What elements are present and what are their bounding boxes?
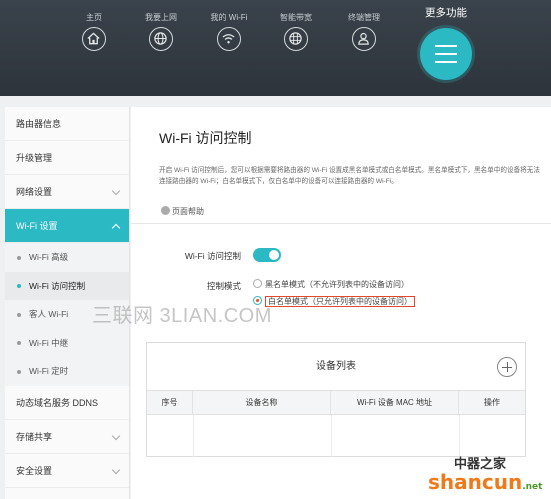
radio-blacklist[interactable] — [253, 279, 262, 288]
nav-internet-label: 我要上网 — [145, 13, 177, 22]
sidebar-subitem-wifi-advanced[interactable]: Wi-Fi 高级 — [5, 243, 129, 272]
add-device-button[interactable] — [497, 357, 517, 377]
logo-en-text: shancun.net — [428, 470, 542, 494]
sidebar-item-wifi-settings[interactable]: Wi-Fi 设置 — [5, 209, 129, 243]
nav-more-functions[interactable]: 更多功能 — [411, 6, 481, 80]
home-icon — [82, 27, 106, 51]
nav-smart-bandwidth-label: 智能带宽 — [280, 13, 312, 22]
nav-my-wifi[interactable]: 我的 Wi-Fi — [205, 12, 253, 51]
chevron-down-icon — [111, 431, 121, 440]
user-icon — [352, 27, 376, 51]
bullet-icon — [17, 341, 21, 345]
mode-blacklist-option[interactable]: 黑名单模式（不允许列表中的设备访问） — [253, 279, 409, 290]
sidebar-item-label: 动态域名服务 DDNS — [16, 397, 99, 408]
mode-whitelist-option[interactable]: 白名单模式（只允许列表中的设备访问） — [253, 296, 415, 307]
logo-en-word: shancun — [428, 470, 523, 494]
nav-terminal-management-label: 终端管理 — [348, 13, 380, 22]
device-list-panel: 设备列表 序号 设备名称 Wi-Fi 设备 MAC 地址 操作 — [146, 342, 526, 457]
sidebar-item-label: 升级管理 — [16, 153, 53, 163]
mode-whitelist-label: 白名单模式（只允许列表中的设备访问） — [265, 296, 415, 307]
bandwidth-globe-icon — [284, 27, 308, 51]
menu-icon — [420, 28, 472, 80]
toggle-knob — [269, 250, 279, 260]
column-divider — [331, 415, 332, 457]
chevron-down-icon — [111, 186, 121, 196]
column-header-index: 序号 — [147, 391, 193, 415]
sidebar-item-upgrade[interactable]: 升级管理 — [5, 141, 129, 175]
sidebar-subitem-label: Wi-Fi 访问控制 — [29, 280, 86, 291]
watermark: 三联网 3LIAN.COM — [92, 305, 272, 327]
page-help-label: 页面帮助 — [172, 207, 204, 216]
sidebar-item-router-info[interactable]: 路由器信息 — [5, 107, 129, 141]
help-icon — [161, 206, 170, 215]
nav-terminal-management[interactable]: 终端管理 — [340, 12, 388, 51]
site-logo: 中器之家 shancun.net — [426, 453, 548, 497]
sidebar-subitem-label: Wi-Fi 高级 — [29, 252, 69, 262]
sidebar-subitem-wifi-access-control[interactable]: Wi-Fi 访问控制 — [5, 271, 129, 300]
nav-home-label: 主页 — [86, 13, 102, 22]
bullet-icon — [17, 284, 21, 288]
wifi-access-control-toggle[interactable] — [253, 248, 281, 262]
device-table-header: 序号 设备名称 Wi-Fi 设备 MAC 地址 操作 — [147, 391, 525, 415]
nav-internet[interactable]: 我要上网 — [137, 12, 185, 51]
device-list-title: 设备列表 — [147, 343, 525, 391]
globe-icon — [149, 27, 173, 51]
wifi-icon — [217, 27, 241, 51]
sidebar-item-label: Wi-Fi 设置 — [16, 221, 58, 231]
sidebar-item-network-settings[interactable]: 网络设置 — [5, 175, 129, 209]
nav-home[interactable]: 主页 — [70, 12, 118, 51]
sidebar-item-label: 路由器信息 — [16, 119, 62, 129]
chevron-up-icon — [111, 223, 121, 233]
divider — [131, 223, 551, 224]
sidebar-item-storage-sharing[interactable]: 存储共享 — [5, 420, 129, 454]
column-header-mac: Wi-Fi 设备 MAC 地址 — [331, 391, 459, 415]
column-header-device-name: 设备名称 — [193, 391, 331, 415]
nav-more-label: 更多功能 — [425, 7, 467, 19]
sidebar-subitem-label: Wi-Fi 定时 — [29, 366, 69, 376]
column-divider — [459, 415, 460, 457]
page-help-link[interactable]: 页面帮助 — [161, 206, 204, 217]
bullet-icon — [17, 369, 21, 374]
column-divider — [193, 415, 194, 457]
bullet-icon — [17, 312, 21, 317]
sidebar-subitem-wifi-relay[interactable]: Wi-Fi 中继 — [5, 328, 129, 357]
bullet-icon — [17, 255, 21, 260]
wifi-access-control-label: Wi-Fi 访问控制 — [184, 251, 241, 261]
sidebar-item-label: 安全设置 — [16, 465, 53, 476]
sidebar-subitem-label: Wi-Fi 中继 — [29, 337, 69, 348]
chevron-down-icon — [111, 465, 121, 474]
sidebar-subitem-label: 客人 Wi-Fi — [29, 309, 69, 319]
sidebar-item-label: 网络设置 — [16, 187, 53, 197]
logo-net-suffix: .net — [522, 482, 543, 492]
top-nav-bar: 主页 我要上网 我的 Wi-Fi 智能带宽 终端管理 更多功能 — [0, 0, 551, 96]
nav-smart-bandwidth[interactable]: 智能带宽 — [272, 12, 320, 51]
sidebar-subitem-wifi-timer[interactable]: Wi-Fi 定时 — [5, 357, 129, 386]
mode-blacklist-label: 黑名单模式（不允许列表中的设备访问） — [265, 280, 409, 289]
page-title: Wi-Fi 访问控制 — [159, 130, 252, 146]
sidebar-item-ddns[interactable]: 动态域名服务 DDNS — [5, 386, 129, 420]
sidebar-item-security-settings[interactable]: 安全设置 — [5, 454, 129, 488]
page-description: 开启 Wi-Fi 访问控制后，您可以根据需要将路由器的 Wi-Fi 设置成黑名单… — [159, 167, 540, 185]
sidebar-item-label: 存储共享 — [16, 431, 53, 442]
control-mode-label: 控制模式 — [206, 281, 241, 291]
column-header-action: 操作 — [484, 398, 500, 407]
nav-my-wifi-label: 我的 Wi-Fi — [210, 13, 248, 22]
